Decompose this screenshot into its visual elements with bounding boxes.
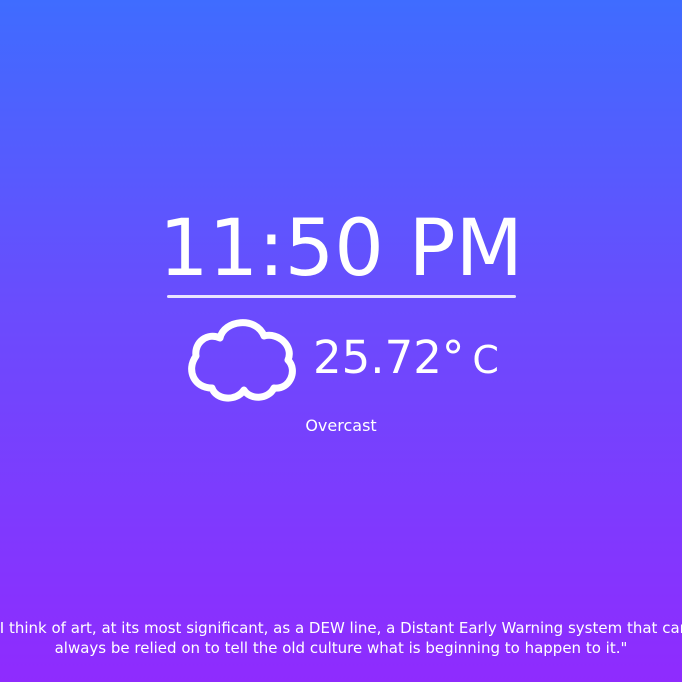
temperature-reading: 25.72° C [313,332,499,386]
weather-summary: 25.72° C [180,308,520,408]
clock-time: 11:50 PM [159,204,523,294]
quote-text: "I think of art, at its most significant… [0,619,682,657]
cloud-icon [188,319,296,402]
temperature-unit: C [472,338,499,382]
weather-condition: Overcast [305,416,377,435]
divider [167,295,516,298]
temperature-value: 25.72° [313,331,465,384]
